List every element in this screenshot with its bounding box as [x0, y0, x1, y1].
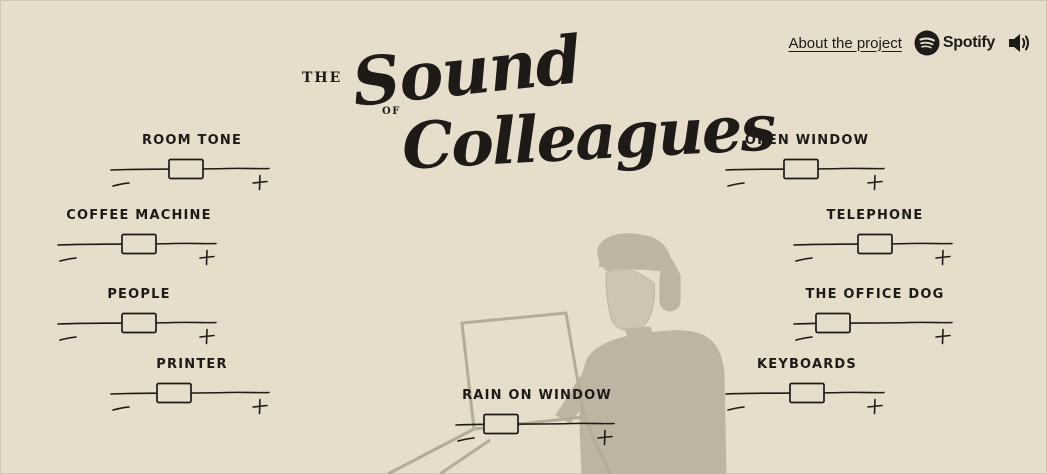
room-tone-track[interactable] — [107, 151, 277, 193]
plus-icon — [935, 249, 951, 266]
the-office-dog-slider[interactable]: THE OFFICE DOG — [790, 287, 960, 367]
minus-icon — [795, 336, 813, 341]
plus-icon — [597, 429, 613, 446]
about-project-link[interactable]: About the project — [788, 35, 901, 52]
coffee-machine-label: COFFEE MACHINE — [66, 208, 212, 223]
coffee-machine-slider[interactable]: COFFEE MACHINE — [54, 208, 224, 288]
minus-icon — [112, 182, 130, 187]
people-slider[interactable]: PEOPLE — [54, 287, 224, 367]
minus-icon — [795, 257, 813, 262]
keyboards-label: KEYBOARDS — [756, 357, 857, 372]
slider-thumb[interactable] — [857, 233, 893, 255]
rain-on-window-label: RAIN ON WINDOW — [462, 388, 612, 403]
minus-icon — [59, 257, 77, 262]
open-window-label: OPEN WINDOW — [744, 133, 870, 148]
slider-thumb[interactable] — [815, 312, 851, 334]
slider-thumb[interactable] — [483, 413, 519, 435]
room-tone-label: ROOM TONE — [141, 133, 243, 148]
keyboards-track[interactable] — [722, 375, 892, 417]
minus-icon — [112, 406, 130, 411]
plus-icon — [199, 328, 215, 345]
logo-of: OF — [382, 106, 401, 117]
plus-icon — [252, 174, 268, 191]
slider-thumb[interactable] — [121, 233, 157, 255]
printer-track[interactable] — [107, 375, 277, 417]
plus-icon — [935, 328, 951, 345]
logo-the: THE — [302, 70, 343, 86]
track-line — [455, 422, 615, 426]
minus-icon — [457, 437, 475, 442]
plus-icon — [867, 174, 883, 191]
plus-icon — [199, 249, 215, 266]
slider-thumb[interactable] — [156, 382, 192, 404]
spotify-icon — [914, 30, 940, 56]
room-tone-slider[interactable]: ROOM TONE — [107, 133, 277, 213]
speaker-icon[interactable] — [1007, 32, 1033, 54]
the-office-dog-label: THE OFFICE DOG — [805, 287, 945, 302]
keyboards-slider[interactable]: KEYBOARDS — [722, 357, 892, 437]
site-logo: THE Sound OF Colleagues — [282, 20, 776, 210]
minus-icon — [59, 336, 77, 341]
the-office-dog-track[interactable] — [790, 305, 960, 347]
spotify-link[interactable]: Spotify — [914, 30, 995, 56]
printer-label: PRINTER — [156, 357, 228, 372]
open-window-slider[interactable]: OPEN WINDOW — [722, 133, 892, 213]
slider-thumb[interactable] — [783, 158, 819, 180]
spotify-wordmark: Spotify — [942, 34, 995, 51]
rain-on-window-slider[interactable]: RAIN ON WINDOW — [452, 388, 622, 468]
people-label: PEOPLE — [107, 287, 171, 302]
people-track[interactable] — [54, 305, 224, 347]
telephone-label: TELEPHONE — [826, 208, 924, 223]
slider-thumb[interactable] — [121, 312, 157, 334]
telephone-track[interactable] — [790, 226, 960, 268]
slider-thumb[interactable] — [168, 158, 204, 180]
plus-icon — [867, 398, 883, 415]
plus-icon — [252, 398, 268, 415]
coffee-machine-track[interactable] — [54, 226, 224, 268]
minus-icon — [727, 406, 745, 411]
rain-on-window-track[interactable] — [452, 406, 622, 448]
open-window-track[interactable] — [722, 151, 892, 193]
printer-slider[interactable]: PRINTER — [107, 357, 277, 437]
topbar: About the project Spotify — [788, 30, 1033, 56]
telephone-slider[interactable]: TELEPHONE — [790, 208, 960, 288]
slider-thumb[interactable] — [789, 382, 825, 404]
minus-icon — [727, 182, 745, 187]
